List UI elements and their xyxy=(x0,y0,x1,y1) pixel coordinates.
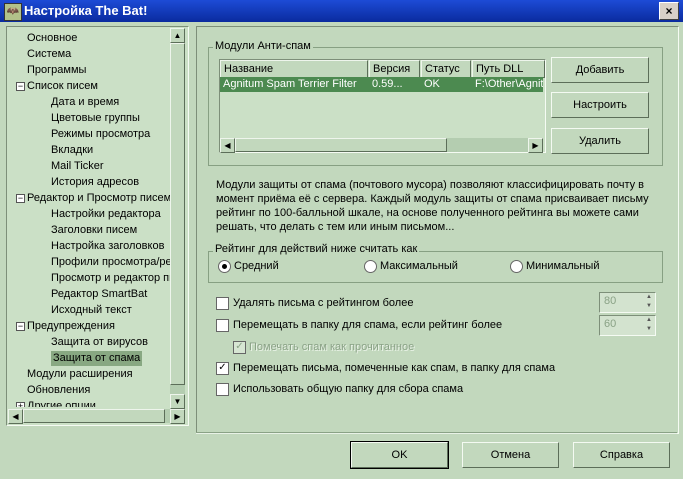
bat-app-icon: 🦇 xyxy=(4,3,22,21)
collapse-icon[interactable]: − xyxy=(16,194,25,203)
tree-vertical-scrollbar[interactable]: ▲ ▼ xyxy=(170,28,185,409)
radio-maximum-label[interactable]: Максимальный xyxy=(380,260,458,272)
radio-average-label[interactable]: Средний xyxy=(234,260,279,272)
tree-item[interactable]: Модули расширения xyxy=(27,367,133,382)
cell-status: OK xyxy=(424,78,440,90)
window-title: Настройка The Bat! xyxy=(24,3,148,18)
delete-spam-label[interactable]: Удалять письма с рейтингом более xyxy=(233,297,413,309)
spin-up-icon[interactable]: ▲ xyxy=(643,316,655,325)
help-button[interactable]: Справка xyxy=(573,442,670,468)
column-dll-path[interactable]: Путь DLL xyxy=(472,60,545,78)
tree-item[interactable]: Редактор SmartBat xyxy=(51,287,147,302)
footer-separator xyxy=(196,432,677,434)
tree-item[interactable]: Настройка заголовков xyxy=(51,239,164,254)
shared-folder-checkbox[interactable] xyxy=(216,383,229,396)
tree-item[interactable]: Защита от спама xyxy=(51,351,143,366)
collapse-icon[interactable]: − xyxy=(16,82,25,91)
scroll-left-icon[interactable]: ◀ xyxy=(8,409,23,424)
scroll-left-icon[interactable]: ◀ xyxy=(220,138,235,153)
tree-item[interactable]: Основное xyxy=(27,31,77,46)
scroll-up-icon[interactable]: ▲ xyxy=(170,28,185,43)
tree-item[interactable]: Профили просмотра/редактора xyxy=(51,255,171,270)
tree-horizontal-scrollbar[interactable]: ◀ ▶ xyxy=(8,409,185,424)
move-marked-label[interactable]: Перемещать письма, помеченные как спам, … xyxy=(233,362,555,374)
mark-read-checkbox: ✓ xyxy=(233,341,246,354)
tree-item[interactable]: Другие опции xyxy=(27,399,96,407)
move-rating-spinner[interactable]: 60 ▲ ▼ xyxy=(599,315,656,336)
modules-table[interactable]: Название Версия Статус Путь DLL Agnitum … xyxy=(219,59,546,153)
move-rating-value: 60 xyxy=(604,318,617,330)
expand-icon[interactable]: + xyxy=(16,402,25,407)
ok-button[interactable]: OK xyxy=(350,441,449,469)
scroll-right-icon[interactable]: ▶ xyxy=(528,138,543,153)
delete-rating-value: 80 xyxy=(604,295,617,307)
radio-minimum-label[interactable]: Минимальный xyxy=(526,260,599,272)
antispam-modules-label: Модули Анти-спам xyxy=(213,40,313,52)
scroll-down-icon[interactable]: ▼ xyxy=(170,394,185,409)
tree-item[interactable]: Дата и время xyxy=(51,95,119,110)
settings-tree[interactable]: Основное Система Программы − Список писем Дат… xyxy=(6,26,189,426)
tree-item[interactable]: История адресов xyxy=(51,175,139,190)
tree-item[interactable]: Обновления xyxy=(27,383,90,398)
configure-module-button[interactable]: Настроить xyxy=(551,92,649,118)
tree-item[interactable]: Система xyxy=(27,47,71,62)
tree-item[interactable]: Режимы просмотра xyxy=(51,127,150,142)
tree-item[interactable]: Заголовки писем xyxy=(51,223,137,238)
scroll-right-icon[interactable]: ▶ xyxy=(170,409,185,424)
spin-up-icon[interactable]: ▲ xyxy=(643,293,655,302)
move-spam-checkbox[interactable] xyxy=(216,319,229,332)
move-spam-label[interactable]: Перемещать в папку для спама, если рейти… xyxy=(233,319,502,331)
column-status[interactable]: Статус xyxy=(421,60,471,78)
tree-item[interactable]: Редактор и Просмотр писем xyxy=(27,191,171,206)
cell-version: 0.59... xyxy=(372,78,403,90)
tree-item[interactable]: Настройки редактора xyxy=(51,207,161,222)
column-name[interactable]: Название xyxy=(220,60,368,78)
tree-item[interactable]: Цветовые группы xyxy=(51,111,140,126)
cancel-button[interactable]: Отмена xyxy=(462,442,559,468)
shared-folder-label[interactable]: Использовать общую папку для сбора спама xyxy=(233,383,463,395)
delete-spam-checkbox[interactable] xyxy=(216,297,229,310)
tree-item[interactable]: Список писем xyxy=(27,79,98,94)
close-button[interactable]: × xyxy=(659,2,679,20)
spin-down-icon[interactable]: ▼ xyxy=(643,302,655,311)
antispam-description: Модули защиты от спама (почтового мусора… xyxy=(216,179,649,233)
tree-list: Основное Система Программы − Список писем Дат… xyxy=(9,29,171,407)
radio-minimum[interactable] xyxy=(510,260,523,273)
move-marked-checkbox[interactable]: ✓ xyxy=(216,362,229,375)
add-module-button[interactable]: Добавить xyxy=(551,57,649,83)
remove-module-button[interactable]: Удалить xyxy=(551,128,649,154)
tree-item[interactable]: Исходный текст xyxy=(51,303,132,318)
rating-group-label: Рейтинг для действий ниже считать как xyxy=(213,243,420,255)
cell-path: F:\Other\Agnitum xyxy=(475,78,543,90)
collapse-icon[interactable]: − xyxy=(16,322,25,331)
spin-down-icon[interactable]: ▼ xyxy=(643,325,655,334)
table-scroll-thumb[interactable] xyxy=(235,138,447,152)
mark-read-label: Помечать спам как прочитанное xyxy=(249,341,415,353)
tree-item[interactable]: Вкладки xyxy=(51,143,93,158)
radio-average[interactable] xyxy=(218,260,231,273)
column-version[interactable]: Версия xyxy=(369,60,420,78)
table-row[interactable]: Agnitum Spam Terrier Filter 0.59... OK F… xyxy=(220,77,543,92)
cell-name: Agnitum Spam Terrier Filter xyxy=(223,78,357,90)
tree-item[interactable]: Mail Ticker xyxy=(51,159,104,174)
scroll-thumb[interactable] xyxy=(170,43,185,385)
table-horizontal-scrollbar[interactable]: ◀ ▶ xyxy=(220,138,543,153)
tree-item[interactable]: Защита от вирусов xyxy=(51,335,148,350)
tree-item[interactable]: Программы xyxy=(27,63,86,78)
delete-rating-spinner[interactable]: 80 ▲ ▼ xyxy=(599,292,656,313)
tree-item[interactable]: Просмотр и редактор писем xyxy=(51,271,171,286)
hscroll-thumb[interactable] xyxy=(23,409,165,423)
radio-maximum[interactable] xyxy=(364,260,377,273)
tree-item[interactable]: Предупреждения xyxy=(27,319,115,334)
title-bar[interactable]: 🦇 Настройка The Bat! × xyxy=(0,0,683,22)
